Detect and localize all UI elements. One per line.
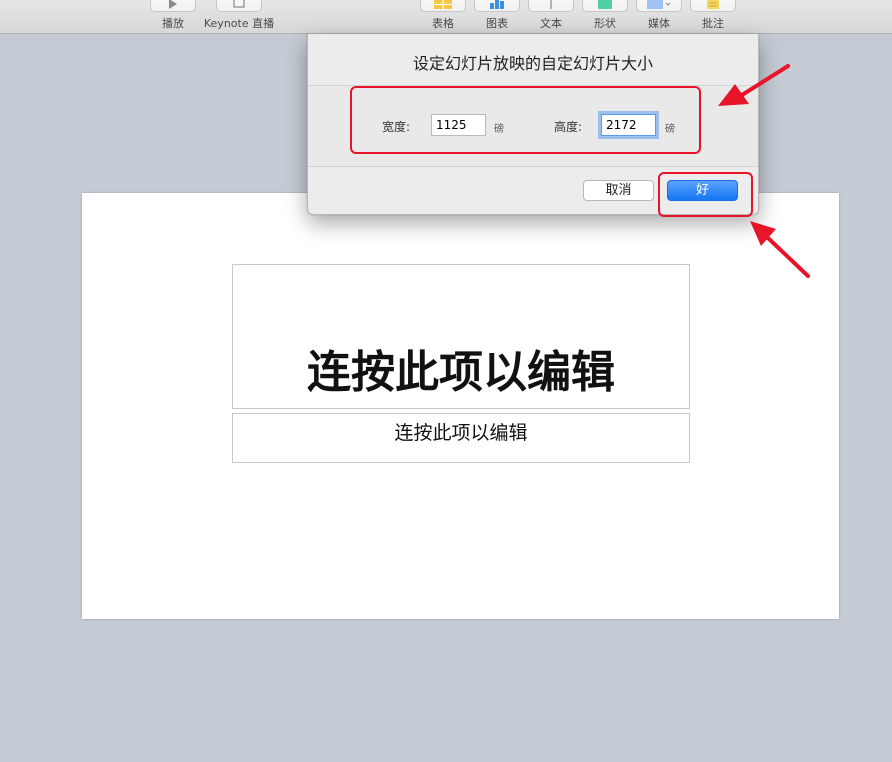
- keynote-live-button[interactable]: Keynote 直播: [194, 0, 284, 34]
- comment-label: 批注: [702, 17, 724, 30]
- text-button[interactable]: 文本: [521, 0, 581, 34]
- chart-button[interactable]: 图表: [467, 0, 527, 34]
- shape-label: 形状: [594, 17, 616, 30]
- slide-canvas[interactable]: 连按此项以编辑 连按此项以编辑: [82, 193, 839, 619]
- comment-button[interactable]: 批注: [683, 0, 743, 34]
- shape-button[interactable]: 形状: [575, 0, 635, 34]
- table-button[interactable]: 表格: [413, 0, 473, 34]
- text-label: 文本: [540, 17, 562, 30]
- media-label: 媒体: [648, 17, 670, 30]
- divider: [308, 166, 758, 167]
- title-placeholder-box[interactable]: 连按此项以编辑: [232, 264, 690, 409]
- text-icon: [550, 0, 552, 9]
- cancel-button[interactable]: 取消: [583, 180, 654, 201]
- title-placeholder-text: 连按此项以编辑: [307, 347, 615, 398]
- keynote-live-label: Keynote 直播: [203, 17, 275, 30]
- table-label: 表格: [432, 17, 454, 30]
- keynote-live-icon: [233, 0, 245, 8]
- shape-icon: [598, 0, 612, 9]
- chart-icon: [490, 0, 504, 9]
- comment-icon: [707, 0, 719, 9]
- annotation-highlight-fields: [350, 86, 701, 154]
- subtitle-placeholder-text: 连按此项以编辑: [394, 422, 528, 444]
- play-icon: [169, 0, 177, 9]
- toolbar: 播放 Keynote 直播 表格 图表 文本 形状 媒体 批注: [0, 0, 892, 34]
- media-icon: [647, 0, 671, 9]
- subtitle-placeholder-box[interactable]: 连按此项以编辑: [232, 413, 690, 463]
- annotation-highlight-ok: [658, 172, 753, 217]
- chart-label: 图表: [486, 17, 508, 30]
- dialog-title: 设定幻灯片放映的自定幻灯片大小: [412, 54, 653, 73]
- table-icon: [434, 0, 452, 9]
- media-button[interactable]: 媒体: [629, 0, 689, 34]
